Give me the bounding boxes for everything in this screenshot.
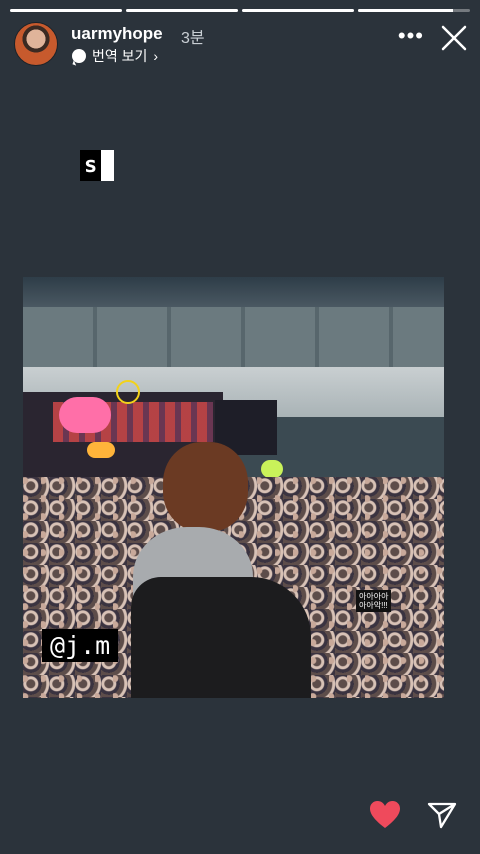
- sticker-cursor-block: [101, 150, 115, 181]
- fan-sign-line-1: 아아아아: [359, 592, 389, 601]
- story-header: uarmyhope 3분 번역 보기 › •••: [14, 22, 468, 66]
- avatar[interactable]: [14, 22, 58, 66]
- mention-tag[interactable]: @j.m: [42, 629, 119, 662]
- fan-sign: 아아아아 아아악!!!: [356, 590, 392, 612]
- username[interactable]: uarmyhope: [71, 24, 163, 44]
- progress-segment-2: [126, 9, 238, 12]
- fan-sign-line-2: 아아악!!!: [359, 601, 388, 610]
- heart-icon[interactable]: [369, 800, 401, 830]
- stadium-stands: [23, 307, 444, 367]
- text-sticker: s: [80, 150, 115, 181]
- stadium-roof: [23, 277, 444, 307]
- person-jacket: [131, 577, 311, 698]
- sun-doodle-icon: [116, 380, 140, 404]
- orange-cloud-doodle: [87, 442, 115, 458]
- story-time: 3분: [181, 30, 205, 47]
- speech-bubble-icon: [72, 49, 86, 63]
- send-icon[interactable]: [427, 801, 457, 829]
- translate-label: 번역 보기: [92, 48, 148, 64]
- chevron-right-icon: ›: [153, 48, 159, 64]
- story-progress-bar: [10, 9, 470, 12]
- progress-segment-3: [242, 9, 354, 12]
- green-cloud-doodle: [261, 460, 283, 478]
- close-icon[interactable]: [440, 24, 468, 52]
- person-head: [163, 442, 248, 532]
- translate-link[interactable]: 번역 보기 ›: [72, 46, 158, 66]
- sticker-text: s: [80, 150, 102, 181]
- progress-segment-1: [10, 9, 122, 12]
- progress-segment-4: [358, 9, 470, 12]
- more-options-icon[interactable]: •••: [398, 25, 424, 47]
- pink-cloud-doodle: [59, 397, 111, 433]
- story-photo[interactable]: 아아아아 아아악!!! @j.m: [23, 277, 444, 698]
